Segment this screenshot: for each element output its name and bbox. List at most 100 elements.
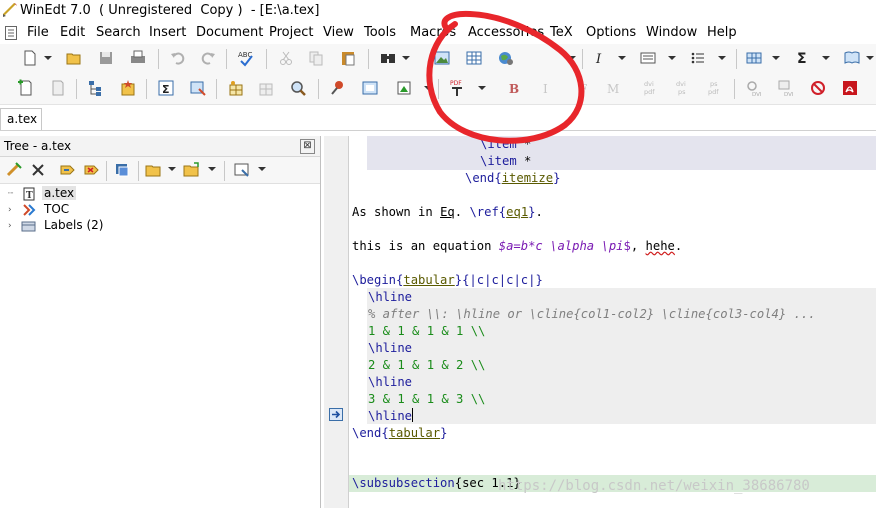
delete-icon[interactable] [28,160,48,180]
menu-macros[interactable]: Macros [410,25,456,40]
ps-pdf-button[interactable]: ps pdf [706,78,726,98]
magnifier-icon[interactable] [288,78,308,98]
cut-icon[interactable] [276,48,296,68]
triangle-doc-dropdown-icon[interactable] [424,86,432,90]
toolbar-separator [734,79,735,99]
code-line: 3 & 1 & 1 & 3 \\ [368,392,486,406]
matrix-dropdown-icon[interactable] [772,56,780,60]
paste-icon[interactable] [338,48,358,68]
dvi-ps-button[interactable]: dvi ps [674,78,694,98]
tab-a-tex[interactable]: a.tex [0,108,42,130]
table-icon[interactable] [464,48,484,68]
windows-icon[interactable] [112,160,132,180]
expand-icon[interactable]: › [8,205,12,215]
menu-help[interactable]: Help [707,25,737,40]
pin-icon[interactable] [328,78,348,98]
undo-icon[interactable] [168,48,188,68]
document-menu-icon[interactable] [5,26,17,40]
text-editor[interactable]: \item * \item * \end{itemize} As shown i… [349,136,876,508]
expand-icon[interactable]: › [8,221,12,231]
print-icon[interactable] [128,48,148,68]
save-icon[interactable] [96,48,116,68]
new-dropdown-icon[interactable] [44,56,52,60]
menu-edit[interactable]: Edit [60,25,85,40]
web-icon[interactable] [496,48,516,68]
list-icon[interactable] [688,48,708,68]
menu-tools[interactable]: Tools [364,25,396,40]
font-f-button[interactable]: F [574,78,594,98]
menu-accessories[interactable]: Accessories [468,25,544,40]
font-m-button[interactable]: M [604,78,624,98]
find-dropdown-icon[interactable] [402,56,410,60]
toolbar-separator [226,49,227,69]
menu-options[interactable]: Options [586,25,636,40]
web-dropdown-icon[interactable] [568,56,576,60]
dvi-view-icon[interactable]: DVI [776,78,796,98]
grid-star-icon[interactable] [226,78,246,98]
toolbar-separator [138,161,139,181]
new-icon[interactable] [20,48,40,68]
svg-text:Σ: Σ [797,51,807,67]
toolbar-separator [438,79,439,99]
menu-view[interactable]: View [323,25,354,40]
open-folder-dropdown-icon[interactable] [168,167,176,171]
italic-dropdown-icon[interactable] [618,56,626,60]
pdf-label: PDF [450,80,462,87]
close-icon[interactable]: ⊠ [300,139,315,154]
project-icon[interactable] [118,78,138,98]
bookmark-in-icon[interactable] [58,160,78,180]
menu-insert[interactable]: Insert [149,25,186,40]
book-icon[interactable] [842,48,862,68]
spellcheck-icon[interactable]: ABC [236,48,256,68]
dvi-search-icon[interactable]: DVI [744,78,764,98]
list-dropdown-icon[interactable] [718,56,726,60]
toolbar-separator [266,49,267,69]
open-folder-icon[interactable] [144,160,164,180]
window-arrow-icon[interactable] [188,78,208,98]
redo-icon[interactable] [198,48,218,68]
properties-dropdown-icon[interactable] [258,167,266,171]
refresh-tree-icon[interactable] [4,160,24,180]
image-icon[interactable] [432,48,452,68]
align-icon[interactable] [638,48,658,68]
sum-icon[interactable]: Σ [792,48,812,68]
folder-arrow-icon[interactable] [182,160,202,180]
menu-document[interactable]: Document [196,25,263,40]
toolbar-separator [224,161,225,181]
pdftex-dropdown-icon[interactable] [478,86,486,90]
remove-document-icon[interactable] [48,78,68,98]
menu-window[interactable]: Window [646,25,697,40]
add-document-icon[interactable] [16,78,36,98]
menu-search[interactable]: Search [96,25,141,40]
menu-tex[interactable]: TeX [550,25,573,40]
menu-project[interactable]: Project [269,25,313,40]
svg-text:M: M [607,82,619,96]
align-dropdown-icon[interactable] [668,56,676,60]
sum-dropdown-icon[interactable] [822,56,830,60]
properties-icon[interactable] [232,160,252,180]
bookmark-out-icon[interactable] [82,160,102,180]
bold-button[interactable]: B [504,78,524,98]
menu-file[interactable]: File [27,25,49,40]
sum-box-icon[interactable]: Σ [156,78,176,98]
open-icon[interactable] [64,48,84,68]
frame-icon[interactable] [360,78,380,98]
dvi-pdf-button[interactable]: dvi pdf [642,78,662,98]
italic-icon[interactable]: I [590,48,610,68]
pdftex-icon[interactable]: PDF [448,78,468,98]
book-dropdown-icon[interactable] [866,56,874,60]
tree-structure-icon[interactable] [86,78,106,98]
italic-text-button[interactable]: I [536,78,556,98]
triangle-doc-icon[interactable] [394,78,414,98]
matrix-icon[interactable] [744,48,764,68]
no-icon[interactable] [808,78,828,98]
svg-text:dvi: dvi [644,80,654,88]
grid-gray-icon[interactable] [256,78,276,98]
folder-arrow-dropdown-icon[interactable] [208,167,216,171]
document-tab-bar: a.tex [0,105,876,131]
title-bar: WinEdt 7.0 ( Unregistered Copy ) - [E:\a… [0,0,876,22]
copy-icon[interactable] [306,48,326,68]
acrobat-icon[interactable] [840,78,860,98]
tree-toolbar [0,157,320,184]
find-icon[interactable] [378,48,398,68]
